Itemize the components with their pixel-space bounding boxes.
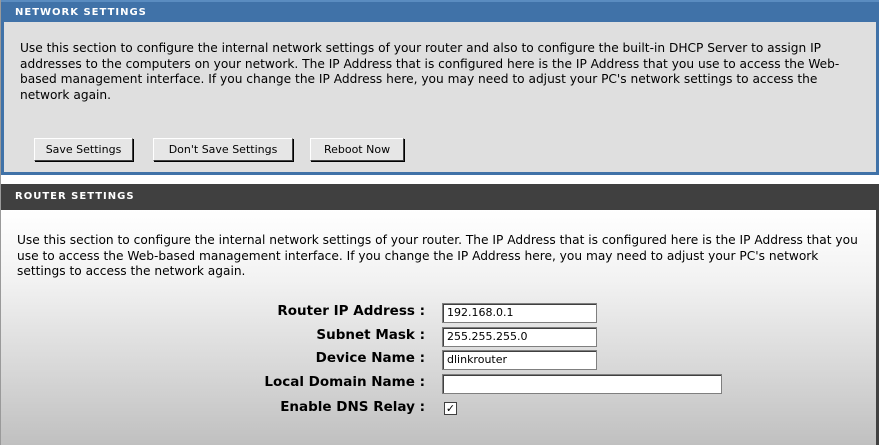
router-settings-header: ROUTER SETTINGS bbox=[1, 184, 879, 210]
dns-relay-label: Enable DNS Relay : bbox=[280, 399, 425, 415]
save-settings-button[interactable]: Save Settings bbox=[34, 138, 133, 161]
device-name-input[interactable]: dlinkrouter bbox=[442, 350, 597, 370]
local-domain-label: Local Domain Name : bbox=[264, 374, 425, 390]
network-settings-header: NETWORK SETTINGS bbox=[1, 0, 879, 22]
checkmark-icon: ✓ bbox=[445, 402, 456, 415]
dns-relay-row: Enable DNS Relay : ✓ bbox=[1, 397, 879, 417]
dont-save-settings-button[interactable]: Don't Save Settings bbox=[153, 138, 293, 161]
device-name-row: Device Name : dlinkrouter bbox=[1, 348, 879, 370]
reboot-now-button[interactable]: Reboot Now bbox=[310, 138, 404, 161]
device-name-label: Device Name : bbox=[315, 350, 425, 366]
router-settings-panel: Use this section to configure the intern… bbox=[1, 210, 879, 445]
router-ip-label: Router IP Address : bbox=[277, 303, 425, 319]
section-gap bbox=[1, 175, 879, 184]
subnet-mask-label: Subnet Mask : bbox=[316, 327, 425, 343]
router-ip-input[interactable]: 192.168.0.1 bbox=[442, 303, 597, 323]
subnet-mask-row: Subnet Mask : 255.255.255.0 bbox=[1, 325, 879, 347]
dns-relay-checkbox[interactable]: ✓ bbox=[444, 402, 457, 415]
local-domain-input[interactable] bbox=[442, 374, 722, 394]
subnet-mask-input[interactable]: 255.255.255.0 bbox=[442, 327, 597, 347]
local-domain-row: Local Domain Name : bbox=[1, 372, 879, 394]
page-frame: NETWORK SETTINGS Use this section to con… bbox=[0, 0, 879, 445]
network-settings-panel: Use this section to configure the intern… bbox=[1, 22, 879, 175]
router-settings-description: Use this section to configure the intern… bbox=[17, 233, 858, 278]
network-settings-description: Use this section to configure the intern… bbox=[20, 41, 840, 102]
router-ip-row: Router IP Address : 192.168.0.1 bbox=[1, 301, 879, 323]
